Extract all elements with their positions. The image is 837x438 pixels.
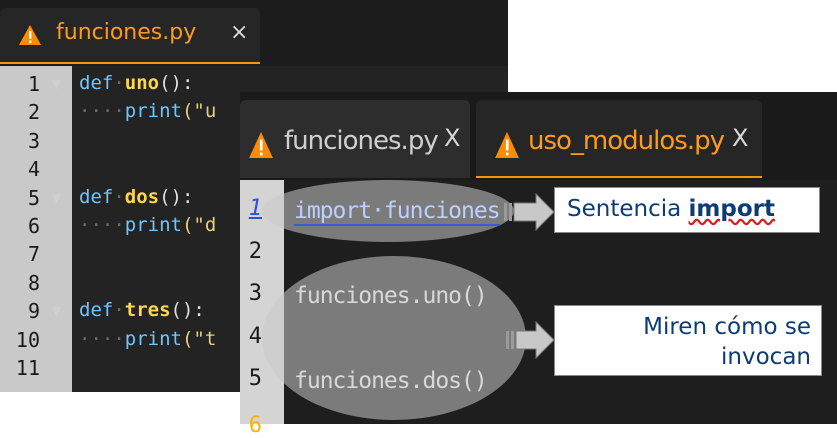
tab-funciones-py[interactable]: funciones.py × xyxy=(0,8,260,64)
warning-triangle-icon xyxy=(494,130,520,164)
code-line: ····print("u xyxy=(79,100,216,122)
close-icon[interactable]: X xyxy=(732,124,748,152)
code-line: def·dos(): xyxy=(79,186,193,208)
line-number: 2 xyxy=(248,238,262,264)
code-token: def xyxy=(79,299,114,322)
close-icon[interactable]: X xyxy=(444,124,460,152)
code-token: ("t xyxy=(181,327,217,350)
code-line: ····print("d xyxy=(79,214,216,236)
code-token: print xyxy=(124,327,182,350)
line-number: 6 xyxy=(27,214,40,238)
callout-text-line2: invocan xyxy=(721,344,811,370)
code-token: (): xyxy=(159,72,194,94)
code-token: ···· xyxy=(79,327,125,350)
code-token: def xyxy=(79,72,114,94)
fold-arrow-icon[interactable]: ▼ xyxy=(52,77,61,91)
line-number: 1 xyxy=(248,196,262,221)
close-icon[interactable]: × xyxy=(230,20,248,45)
callout-text-line1: Miren cómo se xyxy=(643,314,811,340)
line-number: 10 xyxy=(15,327,40,352)
code-token: ("d xyxy=(181,214,217,236)
line-number: 8 xyxy=(27,270,40,295)
line-number: 7 xyxy=(27,242,40,267)
code-token: ···· xyxy=(79,100,125,123)
line-number: 2 xyxy=(27,100,40,125)
line-number: 1 xyxy=(27,72,40,96)
line-number: 6 xyxy=(248,412,262,438)
line-number: 9 xyxy=(27,299,40,324)
code-token: · xyxy=(113,185,125,208)
warning-triangle-icon xyxy=(18,24,42,50)
callout-import-statement: Sentencia import xyxy=(554,187,820,233)
line-number: 11 xyxy=(15,356,40,380)
code-token: tres xyxy=(124,299,171,322)
code-token: uno xyxy=(124,72,160,94)
code-token: print xyxy=(124,100,182,123)
line-number: 3 xyxy=(27,128,40,153)
fold-arrow-icon[interactable]: ▼ xyxy=(52,191,61,205)
warning-triangle-icon xyxy=(248,130,274,164)
highlight-ellipse-calls xyxy=(262,256,526,420)
tab-uso-modulos-py[interactable]: uso_modulos.py X xyxy=(476,100,762,178)
tab-funciones-py[interactable]: funciones.py X xyxy=(240,100,470,178)
line-number: 5 xyxy=(27,185,40,210)
code-token: ···· xyxy=(79,214,125,236)
callout-invocation: Miren cómo se invocan xyxy=(554,305,822,376)
code-line: def·uno(): xyxy=(79,72,193,94)
code-token: ("u xyxy=(181,100,217,123)
arrow-right-icon xyxy=(504,192,555,232)
tab-label: funciones.py xyxy=(284,126,439,156)
arrow-right-icon xyxy=(506,320,555,360)
code-token: (): xyxy=(159,185,194,208)
highlight-ellipse-import xyxy=(262,180,514,242)
fold-arrow-icon[interactable]: ▼ xyxy=(52,304,61,318)
code-token: · xyxy=(113,299,125,322)
line-number: 3 xyxy=(248,281,262,306)
tab-label: funciones.py xyxy=(56,20,197,45)
code-line: def·tres(): xyxy=(79,299,205,321)
tab-label: uso_modulos.py xyxy=(528,126,725,156)
line-number: 5 xyxy=(248,366,262,391)
callout-text: Sentencia xyxy=(567,196,689,222)
tab-bar: funciones.py × xyxy=(0,0,508,66)
line-number: 4 xyxy=(248,323,262,349)
code-token: (): xyxy=(170,299,205,322)
code-token: print xyxy=(124,214,182,236)
code-token: def xyxy=(79,185,114,208)
line-number: 4 xyxy=(27,157,40,182)
code-token: · xyxy=(113,72,125,94)
code-line: ····print("t xyxy=(79,328,216,350)
callout-keyword: import xyxy=(688,196,775,222)
tab-bar: funciones.py X uso_modulos.py X xyxy=(240,92,837,180)
code-token: dos xyxy=(124,185,160,208)
